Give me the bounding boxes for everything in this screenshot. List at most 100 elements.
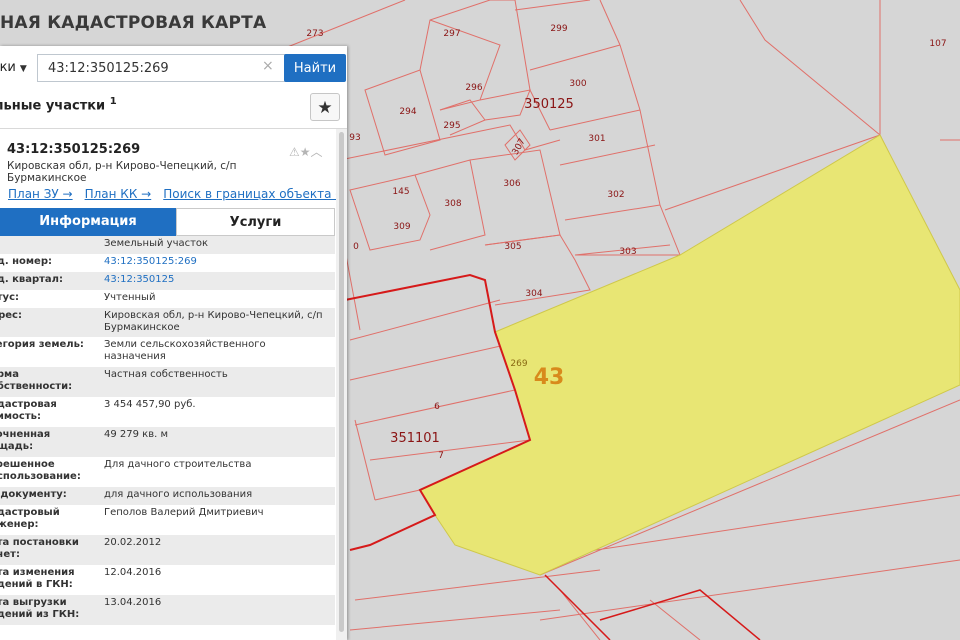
info-row: зрешенноеиспользование: Для дачного строи… [0,457,335,487]
svg-text:7: 7 [438,451,444,461]
info-key-line: атус: [0,292,19,303]
info-value[interactable]: 43:12:350125:269 [104,256,329,268]
svg-text:303: 303 [619,247,636,257]
info-value: Геполов Валерий Дмитриевич [104,507,264,518]
info-key-line: едений из ГКН: [0,609,80,620]
svg-text:300: 300 [569,79,586,89]
info-row: адастроваяоимость: 3 454 457,90 руб. [0,397,335,427]
svg-text:304: 304 [525,289,542,299]
info-value: для дачного использования [104,489,253,500]
info-value: 3 454 457,90 руб. [104,399,196,410]
quarter-badge: 43 [534,365,565,390]
info-key-line: оимость: [0,411,41,422]
clear-icon[interactable]: × [262,58,274,74]
info-key-line: адастровый [0,507,60,518]
info-key-line: ата постановки [0,537,79,548]
svg-text:299: 299 [550,24,567,34]
info-row: атус: Учтенный [0,290,335,308]
info-value: Земли сельскохозяйственного назначения [104,339,266,362]
info-key-line: учет: [0,549,20,560]
tab-services[interactable]: Услуги [176,208,335,236]
warning-icon[interactable]: ⚠ [289,145,300,159]
info-key: дрес: [0,310,96,322]
svg-text:273: 273 [306,29,323,39]
favorite-button[interactable]: ★ [310,93,340,121]
info-key-line: о документу: [0,489,67,500]
info-key: ад. номер: [0,256,96,268]
info-key-line: зрешенное [0,459,55,470]
svg-text:6: 6 [434,402,440,412]
star-outline-icon[interactable]: ★ [300,145,311,159]
find-button[interactable]: Найти [284,54,346,82]
svg-text:145: 145 [392,187,409,197]
svg-text:301: 301 [588,134,605,144]
plan-zu-link[interactable]: План ЗУ → [8,187,73,201]
result-divider [0,128,347,129]
search-bar: тки▼ × Найти [0,54,347,82]
info-row: ата постановкиучет: 20.02.2012 [0,535,335,565]
info-key: адастроваяоимость: [0,399,96,423]
info-key-line: ата выгрузки [0,597,67,608]
info-row: точненнаяощадь: 49 279 кв. м [0,427,335,457]
object-number: 43:12:350125:269 [7,142,141,157]
info-key: о документу: [0,489,96,501]
info-row: ата измененияедений в ГКН: 12.04.2016 [0,565,335,595]
info-value: Земельный участок [104,238,209,249]
info-key-line: использование: [0,471,81,482]
info-key-line: дрес: [0,310,22,321]
app-title: НАЯ КАДАСТРОВАЯ КАРТА [0,13,267,33]
info-row: ад. номер: 43:12:350125:269 [0,254,335,272]
quarter-label-351101: 351101 [390,431,440,446]
info-key: адастровыйнженер: [0,507,96,531]
info-row: адастровыйнженер: Геполов Валерий Дмитрие… [0,505,335,535]
svg-text:295: 295 [443,121,460,131]
info-row: дрес: Кировская обл, р-н Кирово-Чепецкий,… [0,308,335,337]
info-value: Для дачного строительства [104,459,252,470]
svg-text:302: 302 [607,190,624,200]
scrollbar-thumb[interactable] [339,132,344,632]
info-row: тегория земель: Земли сельскохозяйственно… [0,337,335,367]
search-type-select[interactable]: тки▼ [0,54,36,82]
svg-text:296: 296 [465,83,482,93]
svg-text:93: 93 [349,133,360,143]
collapse-icon[interactable]: ︿ [311,145,323,159]
svg-text:306: 306 [503,179,520,189]
chevron-down-icon: ▼ [19,64,27,74]
info-key-line: едений в ГКН: [0,579,73,590]
svg-text:297: 297 [443,29,460,39]
result-links: План ЗУ → План КК → Поиск в границах объек… [8,187,347,201]
quarter-label-350125: 350125 [524,97,574,112]
tab-information[interactable]: Информация [0,208,176,236]
info-value: 13.04.2016 [104,597,162,608]
info-value: Частная собственность [104,369,228,380]
info-row: ата выгрузкиедений из ГКН: 13.04.2016 [0,595,335,625]
svg-text:107: 107 [929,39,946,49]
info-key: точненнаяощадь: [0,429,96,453]
info-key-line: ата изменения [0,567,75,578]
plan-kk-link[interactable]: План КК → [85,187,152,201]
info-key-line: адастровая [0,399,57,410]
result-actions: ⚠★︿ [289,143,323,160]
info-key-line: ощадь: [0,441,34,452]
info-key: ата выгрузкиедений из ГКН: [0,597,96,621]
info-key: зрешенноеиспользование: [0,459,96,483]
info-value: Кировская обл, р-н Кирово-Чепецкий, с/п … [104,310,323,333]
info-key: атус: [0,292,96,304]
info-key-line: ад. номер: [0,256,52,267]
search-in-bounds-link[interactable]: Поиск в границах объекта → [163,187,345,201]
info-key: п: [0,238,96,250]
info-key-line: точненная [0,429,51,440]
info-row: о документу: для дачного использования [0,487,335,505]
search-input[interactable] [37,54,289,82]
info-value[interactable]: 43:12:350125 [104,274,329,286]
result-tabs: Информация Услуги [0,208,335,236]
results-count: 1 [109,96,117,107]
info-value: 20.02.2012 [104,537,162,548]
info-row: п: Земельный участок [0,236,335,254]
star-icon: ★ [317,98,333,118]
svg-text:305: 305 [504,242,521,252]
info-value: 12.04.2016 [104,567,162,578]
info-key: ата измененияедений в ГКН: [0,567,96,591]
info-key: ормаобственности: [0,369,96,393]
info-row: ормаобственности: Частная собственность [0,367,335,397]
